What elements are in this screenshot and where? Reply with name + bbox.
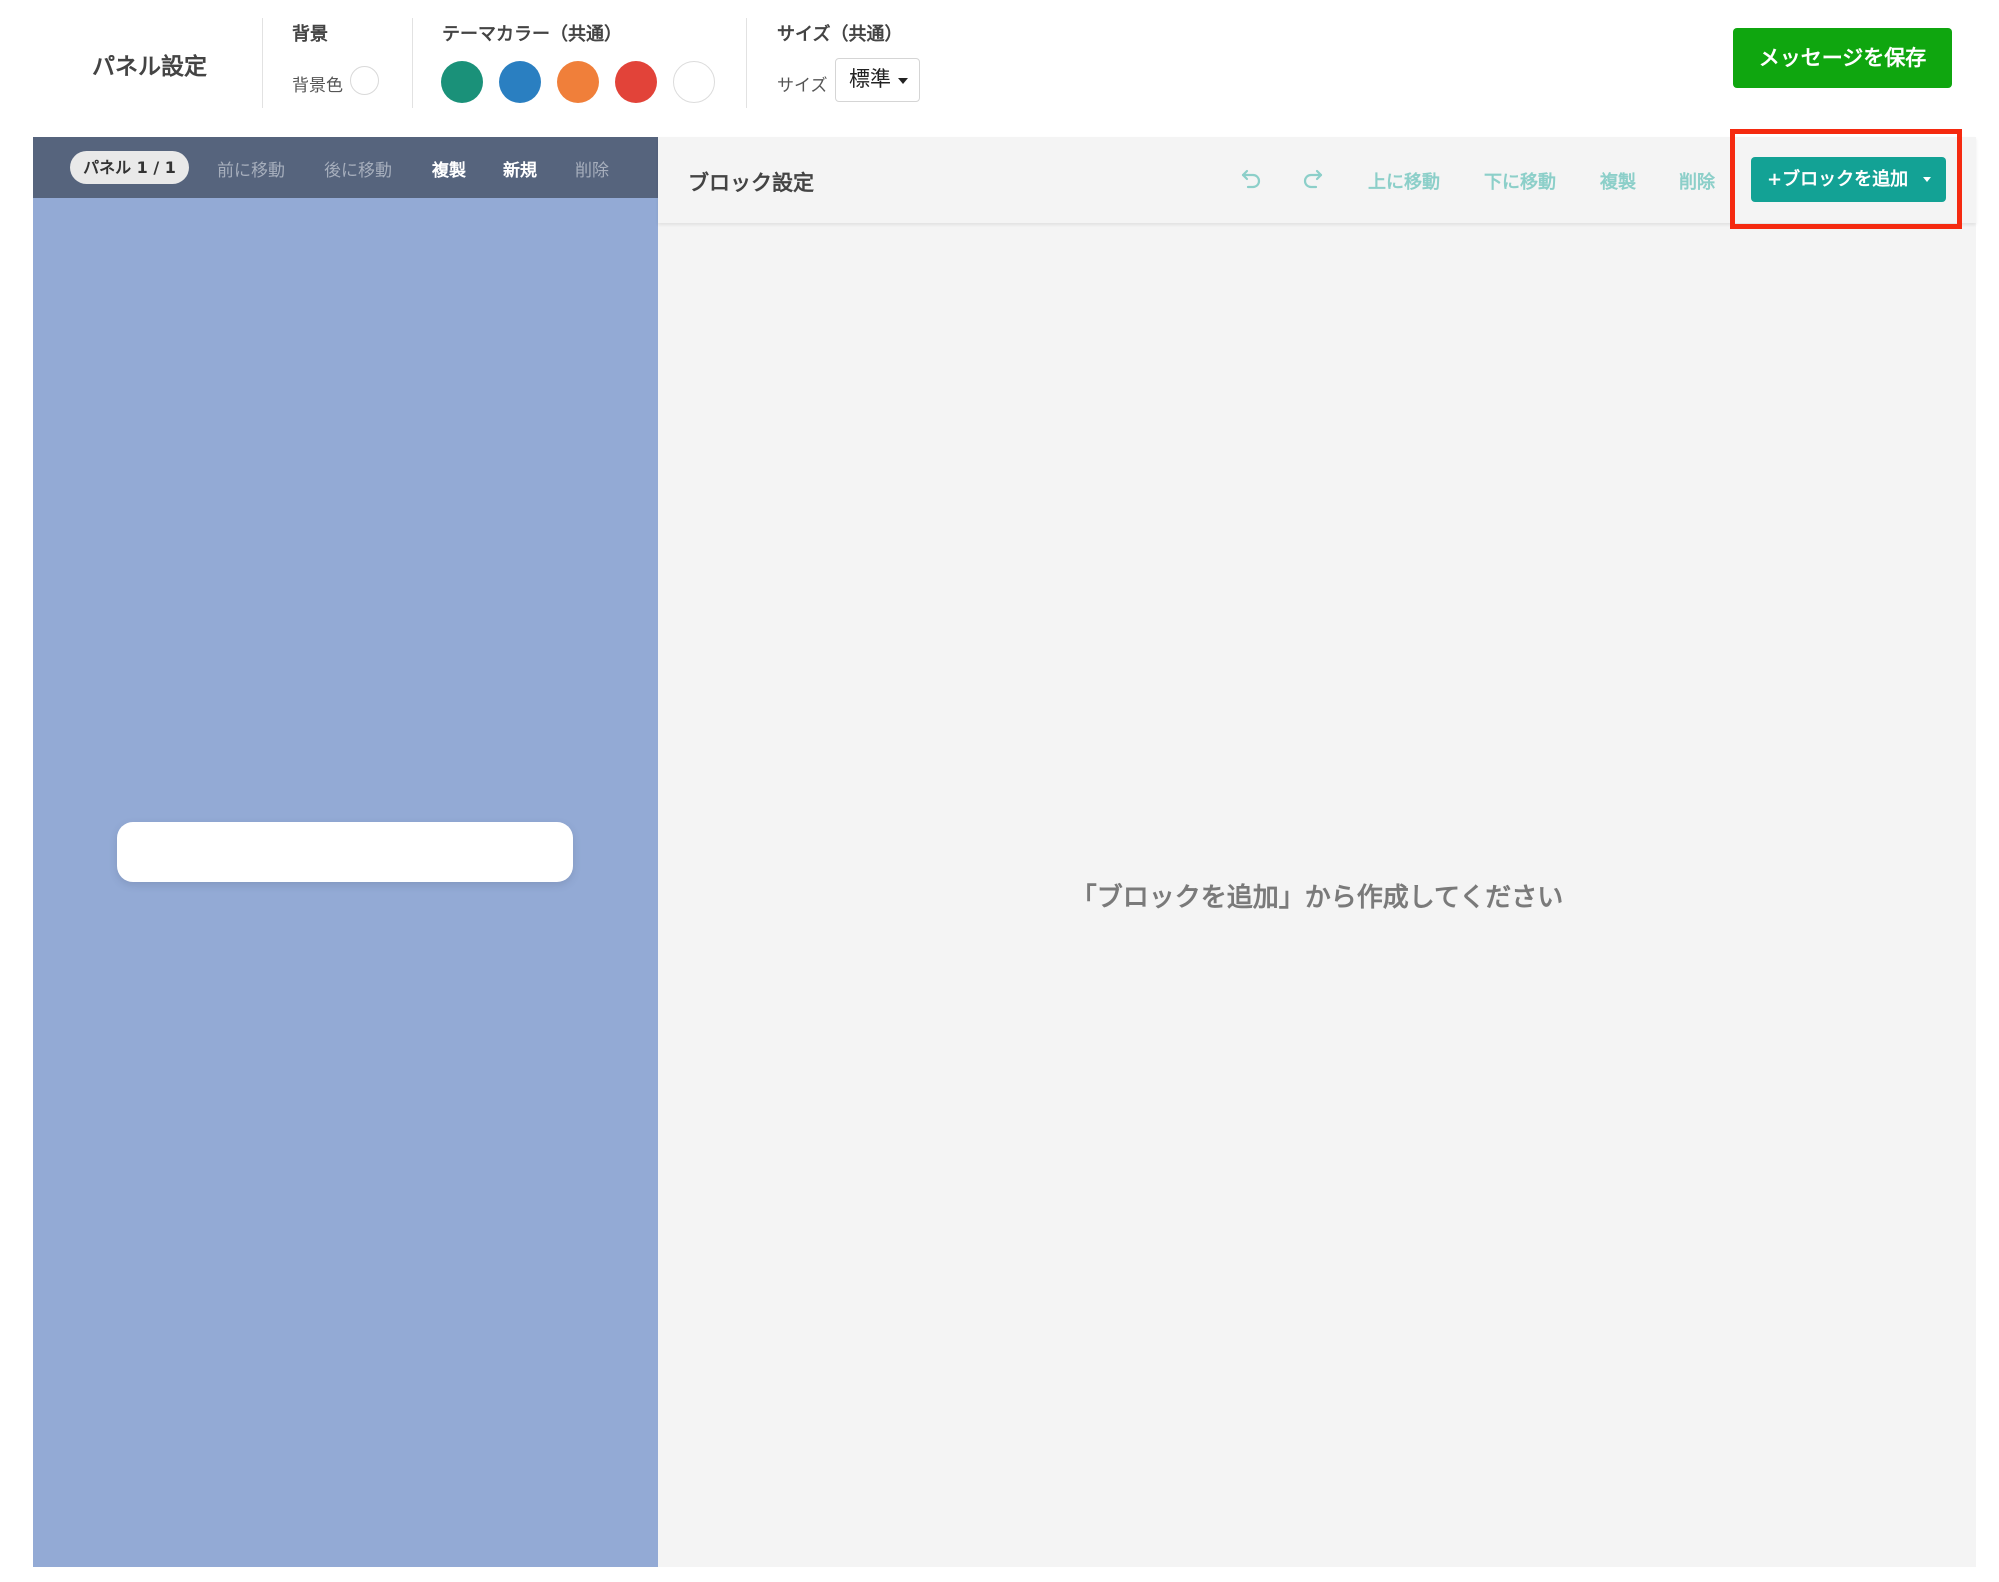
chevron-down-icon bbox=[898, 78, 908, 84]
background-label: 背景 bbox=[292, 24, 328, 45]
move-up-button[interactable]: 上に移動 bbox=[1368, 168, 1440, 194]
panel-counter-badge[interactable]: パネル 1 / 1 bbox=[70, 151, 189, 184]
preview-block-placeholder[interactable] bbox=[117, 822, 573, 882]
panel-preview: パネル 1 / 1 前に移動 後に移動 複製 新規 削除 bbox=[33, 137, 658, 1567]
size-field-label: サイズ bbox=[777, 76, 828, 96]
theme-color-red[interactable] bbox=[615, 61, 657, 103]
save-message-button[interactable]: メッセージを保存 bbox=[1733, 28, 1952, 88]
block-settings-editor: ブロック設定 上に移動 下に移動 複製 削除 +ブロックを追加 「ブロックを追加… bbox=[658, 137, 1976, 1567]
theme-color-white[interactable] bbox=[673, 61, 715, 103]
redo-icon[interactable] bbox=[1298, 164, 1326, 192]
size-selected-value: 標準 bbox=[849, 67, 891, 91]
theme-color-blue[interactable] bbox=[499, 61, 541, 103]
move-next-button[interactable]: 後に移動 bbox=[324, 156, 392, 181]
theme-color-green[interactable] bbox=[441, 61, 483, 103]
size-label: サイズ（共通） bbox=[777, 24, 903, 45]
background-color-swatch[interactable] bbox=[350, 66, 379, 95]
panel-toolbar: パネル 1 / 1 前に移動 後に移動 複製 新規 削除 bbox=[33, 137, 658, 198]
theme-color-label: テーマカラー（共通） bbox=[442, 24, 622, 45]
move-down-button[interactable]: 下に移動 bbox=[1484, 168, 1556, 194]
background-color-label: 背景色 bbox=[292, 76, 343, 96]
duplicate-panel-button[interactable]: 複製 bbox=[432, 156, 466, 181]
block-settings-title: ブロック設定 bbox=[688, 171, 814, 195]
new-panel-button[interactable]: 新規 bbox=[503, 156, 537, 181]
divider bbox=[262, 18, 263, 108]
delete-panel-button[interactable]: 削除 bbox=[575, 156, 609, 181]
empty-state-message: 「ブロックを追加」から作成してください bbox=[1070, 883, 1564, 913]
theme-color-orange[interactable] bbox=[557, 61, 599, 103]
size-select[interactable]: 標準 bbox=[835, 58, 920, 102]
highlight-box bbox=[1730, 129, 1962, 229]
move-prev-button[interactable]: 前に移動 bbox=[217, 156, 285, 181]
duplicate-block-button[interactable]: 複製 bbox=[1600, 168, 1636, 194]
delete-block-button[interactable]: 削除 bbox=[1679, 168, 1715, 194]
panel-settings-bar: パネル設定 背景 背景色 テーマカラー（共通） サイズ（共通） サイズ 標準 メ… bbox=[0, 0, 1999, 135]
undo-icon[interactable] bbox=[1238, 164, 1266, 192]
panel-settings-title: パネル設定 bbox=[92, 54, 207, 80]
divider bbox=[412, 18, 413, 108]
divider bbox=[746, 18, 747, 108]
